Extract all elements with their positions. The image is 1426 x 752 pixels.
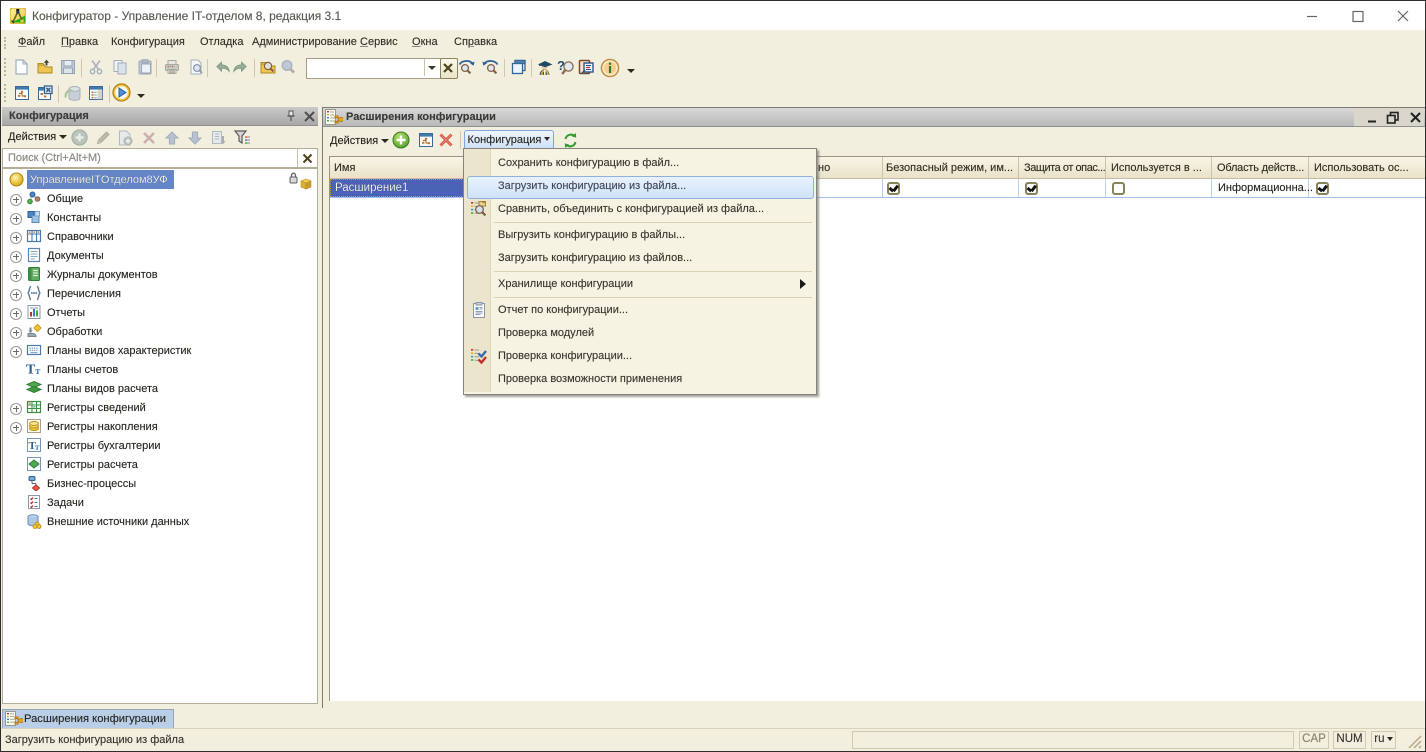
svg-text:т: т <box>35 442 40 452</box>
svg-text:т: т <box>35 365 41 377</box>
